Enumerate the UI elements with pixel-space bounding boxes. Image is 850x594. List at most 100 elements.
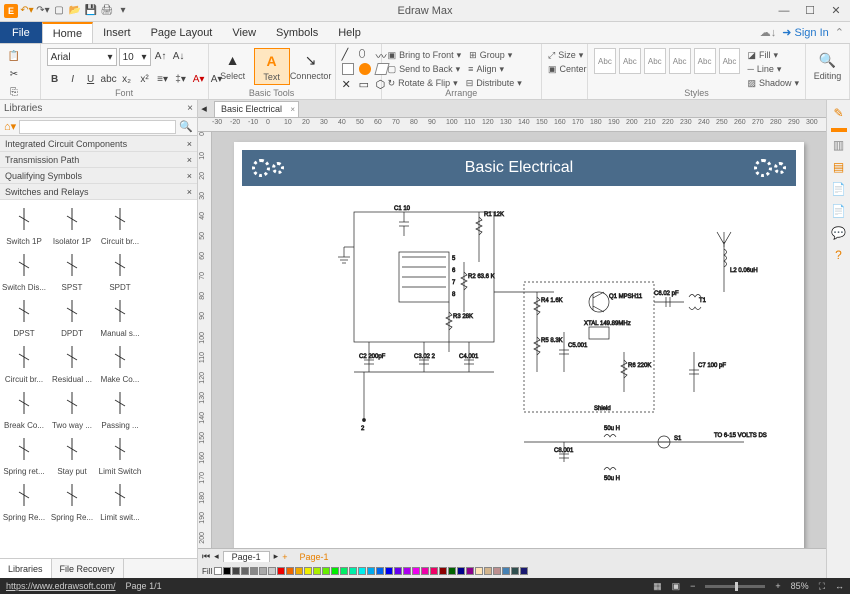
shape-stencil[interactable]: Passing ... xyxy=(96,384,144,430)
color-swatch[interactable] xyxy=(367,567,375,575)
page-nav-first-icon[interactable]: ⏮ xyxy=(202,551,210,562)
shape-stencil[interactable]: Circuit br... xyxy=(0,338,48,384)
color-swatch[interactable] xyxy=(448,567,456,575)
color-swatch[interactable] xyxy=(430,567,438,575)
paste-icon[interactable]: 📋 xyxy=(6,48,22,64)
tab-prev-icon[interactable]: ◂ xyxy=(198,102,210,115)
document-tab[interactable]: Basic Electrical× xyxy=(214,101,299,117)
color-swatch[interactable] xyxy=(349,567,357,575)
cloud-icon[interactable]: ☁↓ xyxy=(760,26,777,39)
library-category[interactable]: Integrated Circuit Components× xyxy=(0,136,197,152)
editing-button[interactable]: 🔍Editing xyxy=(812,48,843,83)
sidebar-tab-libraries[interactable]: Libraries xyxy=(0,559,52,578)
library-category[interactable]: Qualifying Symbols× xyxy=(0,168,197,184)
shape-stencil[interactable]: SPST xyxy=(48,246,96,292)
shape-stencil[interactable]: Spring ret... xyxy=(0,430,48,476)
drawing-sheet[interactable]: Basic Electrical 5678 xyxy=(234,142,804,548)
color-swatch[interactable] xyxy=(358,567,366,575)
color-swatch[interactable] xyxy=(313,567,321,575)
color-swatch[interactable] xyxy=(493,567,501,575)
menu-view[interactable]: View xyxy=(222,22,266,43)
undo-icon[interactable]: ↶▾ xyxy=(20,4,34,18)
align-button[interactable]: ≡ Align▾ xyxy=(468,62,504,76)
color-swatch[interactable] xyxy=(241,567,249,575)
color-swatch[interactable] xyxy=(466,567,474,575)
color-swatch[interactable] xyxy=(403,567,411,575)
color-swatch[interactable] xyxy=(214,567,222,575)
page-tab-2[interactable]: Page-1 xyxy=(291,552,336,562)
shape-stencil[interactable]: Limit Switch xyxy=(96,430,144,476)
shape-stencil[interactable]: Switch 1P xyxy=(0,200,48,246)
shape-stencil[interactable]: Spring Re... xyxy=(0,476,48,522)
shape-stencil[interactable]: Limit swit... xyxy=(96,476,144,522)
color-swatch[interactable] xyxy=(439,567,447,575)
decrease-font-icon[interactable]: A↓ xyxy=(171,48,187,64)
color-swatch[interactable] xyxy=(457,567,465,575)
group-button[interactable]: ⊞ Group▾ xyxy=(469,48,512,62)
spacing-button[interactable]: ‡▾ xyxy=(173,71,189,87)
help-icon[interactable]: ? xyxy=(831,248,847,264)
send-back-button[interactable]: ▢ Send to Back ▾ xyxy=(388,62,461,76)
color-swatch[interactable] xyxy=(277,567,285,575)
minimize-button[interactable]: — xyxy=(774,5,794,17)
style-thumb[interactable]: Abc xyxy=(719,48,741,74)
color-swatch[interactable] xyxy=(394,567,402,575)
color-swatch[interactable] xyxy=(223,567,231,575)
shape-stencil[interactable]: Switch Dis... xyxy=(0,246,48,292)
page-nav-next-icon[interactable]: ▸ xyxy=(274,551,279,562)
underline-button[interactable]: U xyxy=(83,71,99,87)
page-nav-prev-icon[interactable]: ◂ xyxy=(214,551,219,562)
style-thumb[interactable]: Abc xyxy=(669,48,691,74)
close-button[interactable]: ✕ xyxy=(826,4,846,17)
menu-home[interactable]: Home xyxy=(42,22,93,43)
theme-icon[interactable] xyxy=(831,128,847,132)
library-category[interactable]: Transmission Path× xyxy=(0,152,197,168)
shape-stencil[interactable]: Two way ... xyxy=(48,384,96,430)
shape-stencil[interactable]: Stay put xyxy=(48,430,96,476)
color-swatch[interactable] xyxy=(250,567,258,575)
color-swatch[interactable] xyxy=(385,567,393,575)
color-swatch[interactable] xyxy=(412,567,420,575)
shape-stencil[interactable]: Circuit br... xyxy=(96,200,144,246)
page-add-icon[interactable]: + xyxy=(282,552,287,562)
color-swatch[interactable] xyxy=(511,567,519,575)
shape-stencil[interactable]: DPDT xyxy=(48,292,96,338)
fit-page-icon[interactable]: ⛶ xyxy=(819,581,825,592)
subscript-button[interactable]: x₂ xyxy=(119,71,135,87)
menu-help[interactable]: Help xyxy=(328,22,371,43)
shape-stencil[interactable]: Manual s... xyxy=(96,292,144,338)
bullets-button[interactable]: ≡▾ xyxy=(155,71,171,87)
search-icon[interactable]: 🔍 xyxy=(179,120,193,133)
color-swatch[interactable] xyxy=(502,567,510,575)
sidebar-close-icon[interactable]: × xyxy=(187,103,193,114)
color-swatch[interactable] xyxy=(304,567,312,575)
shape-stencil[interactable]: Isolator 1P xyxy=(48,200,96,246)
library-search-input[interactable] xyxy=(19,120,176,134)
tab-close-icon[interactable]: × xyxy=(290,105,295,114)
color-swatch[interactable] xyxy=(268,567,276,575)
color-swatch[interactable] xyxy=(475,567,483,575)
home-icon[interactable]: ⌂▾ xyxy=(4,120,16,133)
superscript-button[interactable]: x² xyxy=(137,71,153,87)
shape-stencil[interactable]: Residual ... xyxy=(48,338,96,384)
open-icon[interactable]: 📂 xyxy=(68,4,82,18)
font-select[interactable]: Arial▾ xyxy=(47,48,117,66)
copy-icon[interactable]: ⎘ xyxy=(6,84,22,100)
cut-icon[interactable]: ✂ xyxy=(6,66,22,82)
sign-in-link[interactable]: ➜ Sign In xyxy=(782,26,829,39)
color-swatch[interactable] xyxy=(421,567,429,575)
fill-button[interactable]: ◪ Fill▾ xyxy=(747,48,799,62)
highlight-button[interactable]: A▾ xyxy=(191,71,207,87)
menu-insert[interactable]: Insert xyxy=(93,22,141,43)
color-swatch[interactable] xyxy=(340,567,348,575)
palette-icon[interactable]: ▤ xyxy=(831,160,847,176)
maximize-button[interactable]: ☐ xyxy=(800,4,820,17)
export-icon[interactable]: 📄 xyxy=(831,204,847,220)
color-swatch[interactable] xyxy=(520,567,528,575)
layer-icon[interactable]: ▥ xyxy=(831,138,847,154)
increase-font-icon[interactable]: A↑ xyxy=(153,48,169,64)
style-thumb[interactable]: Abc xyxy=(694,48,716,74)
text-tool[interactable]: AText xyxy=(254,48,290,85)
menu-file[interactable]: File xyxy=(0,22,42,43)
menu-page-layout[interactable]: Page Layout xyxy=(141,22,223,43)
